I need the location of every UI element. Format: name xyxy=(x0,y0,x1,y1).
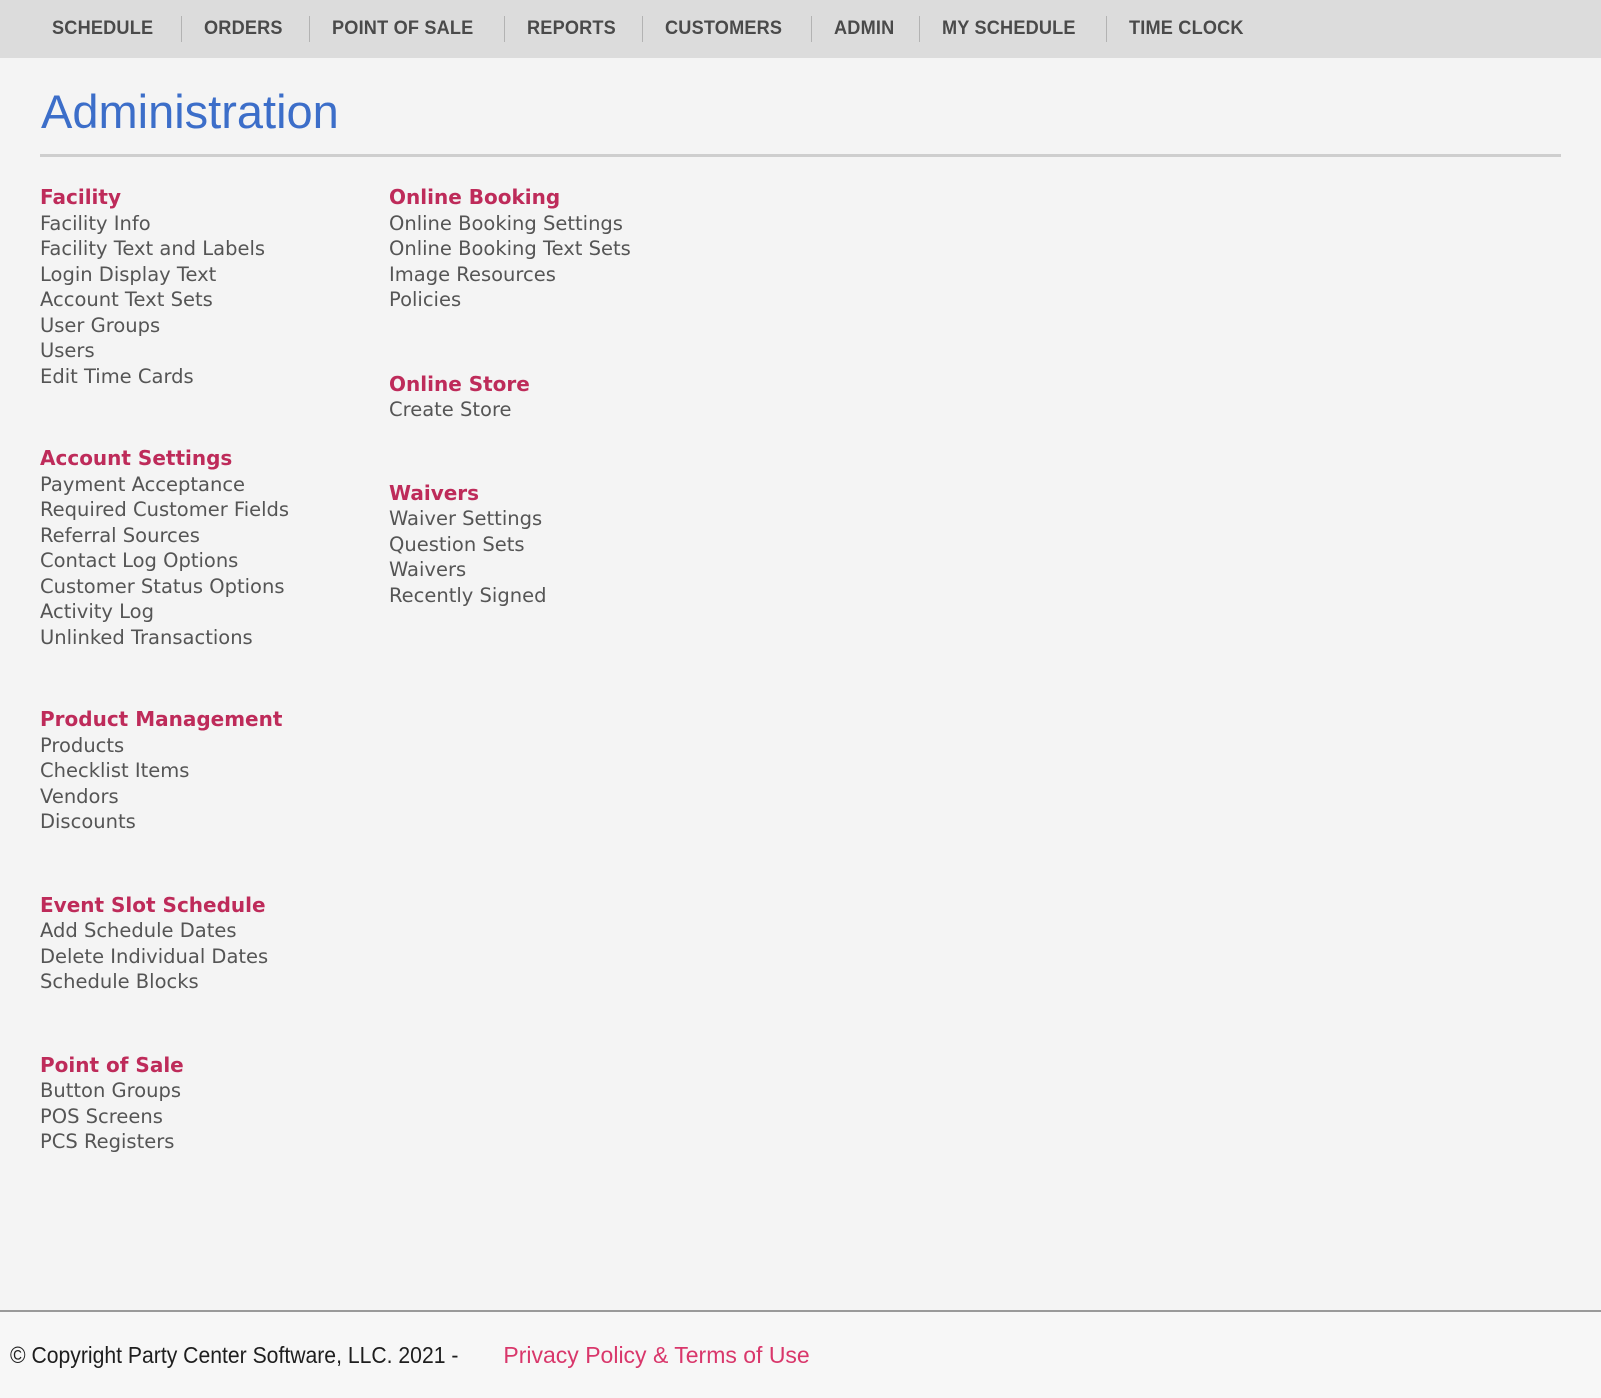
link-image-resources[interactable]: Image Resources xyxy=(389,262,789,288)
copyright-text: © Copyright Party Center Software, LLC. … xyxy=(10,1341,459,1368)
link-user-groups[interactable]: User Groups xyxy=(40,313,389,339)
link-list-online-store: Create Store xyxy=(389,397,789,423)
section-event-slot-schedule: Event Slot Schedule Add Schedule Dates D… xyxy=(40,893,389,995)
link-delete-individual-dates[interactable]: Delete Individual Dates xyxy=(40,944,389,970)
link-create-store[interactable]: Create Store xyxy=(389,397,789,423)
section-product-management: Product Management Products Checklist It… xyxy=(40,707,389,835)
link-activity-log[interactable]: Activity Log xyxy=(40,599,389,625)
section-heading-online-store: Online Store xyxy=(389,371,530,396)
section-account-settings: Account Settings Payment Acceptance Requ… xyxy=(40,446,389,650)
nav-item-schedule[interactable]: SCHEDULE xyxy=(52,19,153,39)
link-users[interactable]: Users xyxy=(40,338,389,364)
section-heading-event-slot-schedule: Event Slot Schedule xyxy=(40,892,266,917)
link-edit-time-cards[interactable]: Edit Time Cards xyxy=(40,364,389,390)
link-checklist-items[interactable]: Checklist Items xyxy=(40,758,389,784)
link-list-waivers: Waiver Settings Question Sets Waivers Re… xyxy=(389,506,789,608)
link-unlinked-transactions[interactable]: Unlinked Transactions xyxy=(40,625,389,651)
nav-separator xyxy=(811,16,813,42)
link-list-facility: Facility Info Facility Text and Labels L… xyxy=(40,211,389,390)
link-facility-info[interactable]: Facility Info xyxy=(40,211,389,237)
nav-item-orders[interactable]: ORDERS xyxy=(204,19,283,39)
link-required-customer-fields[interactable]: Required Customer Fields xyxy=(40,497,389,523)
link-waiver-settings[interactable]: Waiver Settings xyxy=(389,506,789,532)
link-list-product-management: Products Checklist Items Vendors Discoun… xyxy=(40,733,389,835)
link-online-booking-settings[interactable]: Online Booking Settings xyxy=(389,211,789,237)
link-recently-signed[interactable]: Recently Signed xyxy=(389,583,789,609)
link-facility-text-and-labels[interactable]: Facility Text and Labels xyxy=(40,236,389,262)
section-heading-facility: Facility xyxy=(40,185,122,210)
nav-item-my-schedule[interactable]: MY SCHEDULE xyxy=(942,19,1076,39)
section-point-of-sale: Point of Sale Button Groups POS Screens … xyxy=(40,1053,389,1155)
link-login-display-text[interactable]: Login Display Text xyxy=(40,262,389,288)
page-footer: © Copyright Party Center Software, LLC. … xyxy=(0,1312,1601,1398)
link-button-groups[interactable]: Button Groups xyxy=(40,1078,389,1104)
nav-item-reports[interactable]: REPORTS xyxy=(527,19,616,39)
nav-separator xyxy=(919,16,921,42)
page-content: Administration Facility Facility Info Fa… xyxy=(0,58,1601,1155)
right-column: Online Booking Online Booking Settings O… xyxy=(389,185,789,608)
nav-item-point-of-sale[interactable]: POINT OF SALE xyxy=(332,19,473,39)
section-heading-point-of-sale: Point of Sale xyxy=(40,1052,184,1077)
section-heading-online-booking: Online Booking xyxy=(389,185,561,210)
nav-separator xyxy=(503,16,505,42)
link-account-text-sets[interactable]: Account Text Sets xyxy=(40,287,389,313)
link-list-point-of-sale: Button Groups POS Screens PCS Registers xyxy=(40,1078,389,1155)
link-vendors[interactable]: Vendors xyxy=(40,784,389,810)
section-heading-account-settings: Account Settings xyxy=(40,446,233,471)
link-payment-acceptance[interactable]: Payment Acceptance xyxy=(40,472,389,498)
link-list-account-settings: Payment Acceptance Required Customer Fie… xyxy=(40,472,389,651)
nav-separator xyxy=(180,16,182,42)
section-facility: Facility Facility Info Facility Text and… xyxy=(40,185,389,389)
section-online-store: Online Store Create Store xyxy=(389,372,789,423)
link-question-sets[interactable]: Question Sets xyxy=(389,532,789,558)
section-online-booking: Online Booking Online Booking Settings O… xyxy=(389,185,789,313)
nav-separator xyxy=(308,16,310,42)
link-products[interactable]: Products xyxy=(40,733,389,759)
link-customer-status-options[interactable]: Customer Status Options xyxy=(40,574,389,600)
link-schedule-blocks[interactable]: Schedule Blocks xyxy=(40,969,389,995)
admin-link-columns: Facility Facility Info Facility Text and… xyxy=(40,157,1561,1155)
link-list-event-slot-schedule: Add Schedule Dates Delete Individual Dat… xyxy=(40,918,389,995)
nav-item-time-clock[interactable]: TIME CLOCK xyxy=(1129,19,1244,39)
link-online-booking-text-sets[interactable]: Online Booking Text Sets xyxy=(389,236,789,262)
link-waivers[interactable]: Waivers xyxy=(389,557,789,583)
nav-item-customers[interactable]: CUSTOMERS xyxy=(665,19,782,39)
link-contact-log-options[interactable]: Contact Log Options xyxy=(40,548,389,574)
link-add-schedule-dates[interactable]: Add Schedule Dates xyxy=(40,918,389,944)
link-policies[interactable]: Policies xyxy=(389,287,789,313)
left-column: Facility Facility Info Facility Text and… xyxy=(40,185,389,1155)
section-heading-waivers: Waivers xyxy=(389,480,480,505)
nav-item-admin[interactable]: ADMIN xyxy=(834,19,894,39)
section-heading-product-management: Product Management xyxy=(40,707,283,732)
link-list-online-booking: Online Booking Settings Online Booking T… xyxy=(389,211,789,313)
privacy-policy-link[interactable]: Privacy Policy & Terms of Use xyxy=(503,1342,809,1369)
section-waivers: Waivers Waiver Settings Question Sets Wa… xyxy=(389,481,789,609)
link-referral-sources[interactable]: Referral Sources xyxy=(40,523,389,549)
main-navigation: SCHEDULE ORDERS POINT OF SALE REPORTS CU… xyxy=(0,0,1601,58)
link-pcs-registers[interactable]: PCS Registers xyxy=(40,1129,389,1155)
link-pos-screens[interactable]: POS Screens xyxy=(40,1104,389,1130)
nav-separator xyxy=(642,16,644,42)
page-title: Administration xyxy=(41,85,339,138)
link-discounts[interactable]: Discounts xyxy=(40,809,389,835)
nav-separator xyxy=(1106,16,1108,42)
